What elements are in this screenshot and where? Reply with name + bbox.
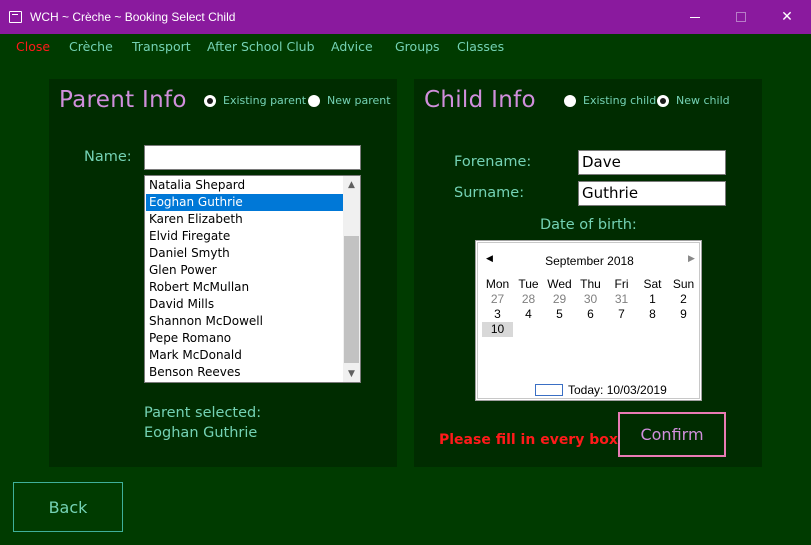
- surname-label: Surname:: [454, 185, 525, 201]
- calendar-next-icon[interactable]: ▶: [688, 253, 695, 264]
- parent-selected-value: Eoghan Guthrie: [144, 425, 258, 441]
- parent-list-item[interactable]: Natalia Shepard: [146, 177, 343, 194]
- calendar-day[interactable]: 29: [544, 292, 575, 307]
- new-child-radio-dot[interactable]: [657, 94, 669, 107]
- calendar-day[interactable]: 2: [668, 292, 699, 307]
- maximize-button[interactable]: [718, 0, 764, 34]
- parent-list-item[interactable]: Elvid Firegate: [146, 228, 343, 245]
- calendar-dow: Sat: [643, 277, 662, 291]
- today-marker-icon[interactable]: [535, 384, 563, 396]
- parent-listbox[interactable]: Natalia Shepard Eoghan Guthrie Karen Eli…: [144, 175, 361, 383]
- parent-name-input[interactable]: [144, 145, 361, 170]
- calendar-day-selected[interactable]: 10: [482, 322, 513, 337]
- forename-label: Forename:: [454, 154, 532, 170]
- existing-parent-label: Existing parent: [223, 94, 307, 107]
- existing-child-label: Existing child: [583, 94, 657, 107]
- scroll-up-icon[interactable]: ▲: [343, 176, 360, 193]
- parent-list-item[interactable]: David Mills: [146, 296, 343, 313]
- menu-classes[interactable]: Classes: [457, 39, 504, 54]
- calendar-day[interactable]: 9: [668, 307, 699, 322]
- calendar-prev-icon[interactable]: ◀: [486, 253, 493, 264]
- new-parent-radio[interactable]: New parent: [308, 94, 391, 107]
- new-parent-radio-dot[interactable]: [308, 94, 320, 107]
- app-window-icon: [9, 11, 22, 23]
- existing-parent-radio-dot[interactable]: [204, 94, 216, 107]
- existing-child-radio-dot[interactable]: [564, 94, 576, 107]
- calendar-dow: Fri: [614, 277, 629, 291]
- calendar-day[interactable]: 3: [482, 307, 513, 322]
- new-child-radio[interactable]: New child: [657, 94, 730, 107]
- calendar-day[interactable]: 30: [575, 292, 606, 307]
- parent-list-item[interactable]: Pepe Romano: [146, 330, 343, 347]
- date-of-birth-label: Date of birth:: [540, 217, 637, 233]
- calendar-dow: Sun: [672, 277, 695, 291]
- calendar-inner: September 2018 ◀ ▶ Mon Tue Wed Thu Fri S…: [477, 242, 700, 399]
- maximize-icon: [736, 12, 746, 22]
- surname-input[interactable]: Guthrie: [578, 181, 726, 206]
- menu-close[interactable]: Close: [16, 39, 50, 54]
- child-info-title: Child Info: [424, 87, 536, 113]
- existing-child-radio[interactable]: Existing child: [564, 94, 656, 107]
- new-parent-label: New parent: [327, 94, 391, 107]
- calendar-today-label[interactable]: Today: 10/03/2019: [568, 383, 667, 397]
- scroll-down-icon[interactable]: ▼: [343, 365, 360, 382]
- parent-selected-label: Parent selected:: [144, 405, 262, 421]
- parent-list-item[interactable]: Daniel Smyth: [146, 245, 343, 262]
- calendar-day[interactable]: 4: [513, 307, 544, 322]
- calendar-month-label[interactable]: September 2018: [478, 254, 701, 268]
- calendar-day[interactable]: 7: [606, 307, 637, 322]
- calendar-day[interactable]: 27: [482, 292, 513, 307]
- menu-groups[interactable]: Groups: [395, 39, 440, 54]
- menu-after-school-club[interactable]: After School Club: [207, 39, 315, 54]
- new-child-label: New child: [676, 94, 730, 107]
- date-of-birth-calendar[interactable]: September 2018 ◀ ▶ Mon Tue Wed Thu Fri S…: [475, 240, 702, 401]
- title-bar: WCH ~ Crèche ~ Booking Select Child ✕: [0, 0, 811, 34]
- window-close-button[interactable]: ✕: [764, 0, 810, 34]
- confirm-button[interactable]: Confirm: [618, 412, 726, 457]
- minimize-button[interactable]: [672, 0, 718, 34]
- parent-list-item[interactable]: Benson Reeves: [146, 364, 343, 381]
- forename-input[interactable]: Dave: [578, 150, 726, 175]
- calendar-day[interactable]: 1: [637, 292, 668, 307]
- calendar-day[interactable]: 31: [606, 292, 637, 307]
- parent-list-item[interactable]: Karen Elizabeth: [146, 211, 343, 228]
- minimize-icon: [690, 16, 700, 18]
- close-icon: ✕: [781, 9, 793, 25]
- calendar-day[interactable]: 28: [513, 292, 544, 307]
- scroll-thumb[interactable]: [344, 236, 359, 363]
- parent-list-item-selected[interactable]: Eoghan Guthrie: [146, 194, 343, 211]
- back-button[interactable]: Back: [13, 482, 123, 532]
- parent-list-item[interactable]: Glen Power: [146, 262, 343, 279]
- calendar-dow: Wed: [547, 277, 572, 291]
- validation-error: Please fill in every box: [439, 432, 618, 448]
- window-title: WCH ~ Crèche ~ Booking Select Child: [30, 10, 236, 24]
- parent-list-item[interactable]: Robert McMullan: [146, 279, 343, 296]
- menu-advice[interactable]: Advice: [331, 39, 373, 54]
- calendar-dow: Tue: [518, 277, 539, 291]
- calendar-dow: Thu: [580, 277, 601, 291]
- calendar-day[interactable]: 5: [544, 307, 575, 322]
- calendar-day[interactable]: 6: [575, 307, 606, 322]
- existing-parent-radio[interactable]: Existing parent: [204, 94, 306, 107]
- calendar-day[interactable]: 8: [637, 307, 668, 322]
- name-label: Name:: [84, 149, 132, 165]
- menu-creche[interactable]: Crèche: [69, 39, 113, 54]
- menu-transport[interactable]: Transport: [132, 39, 191, 54]
- parent-list-item[interactable]: Mark McDonald: [146, 347, 343, 364]
- parent-info-title: Parent Info: [59, 87, 187, 113]
- calendar-dow: Mon: [485, 277, 510, 291]
- listbox-scrollbar[interactable]: ▲ ▼: [343, 176, 360, 382]
- parent-list-item[interactable]: Shannon McDowell: [146, 313, 343, 330]
- menu-bar: Close Crèche Transport After School Club…: [0, 34, 811, 58]
